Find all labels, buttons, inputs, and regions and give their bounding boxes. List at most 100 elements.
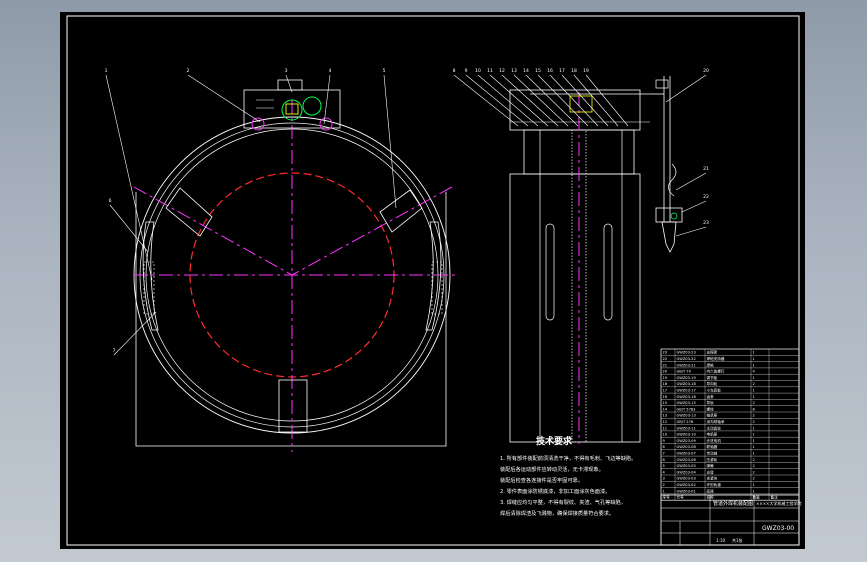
bom-cell: 13 <box>663 414 668 418</box>
side-lower-body <box>509 173 641 443</box>
bom-cell: GWZ03-15 <box>677 401 696 405</box>
bom-cell: GWZ03-23 <box>677 351 696 355</box>
bom-cell: 2 <box>753 414 755 418</box>
balloon-side-10: 10 <box>475 68 481 74</box>
bom-cell: 1 <box>753 489 755 493</box>
bom-cell: 2 <box>753 458 755 462</box>
bom-cell: 23 <box>663 351 668 355</box>
bom-cell: 7 <box>663 452 665 456</box>
bom-cell: 导向轮 <box>707 381 718 386</box>
balloon-side-20: 20 <box>703 68 709 74</box>
bom-cell: 轴承座 <box>707 413 718 418</box>
bom-cell: 1 <box>753 445 755 449</box>
bom-cell: GWZ03-07 <box>677 452 696 456</box>
bom-cell: GWZ03-17 <box>677 389 696 393</box>
diagonal-centerline-left <box>133 186 293 276</box>
bom-cell: 2 <box>753 401 755 405</box>
scale-label: 1:10 <box>716 538 725 543</box>
technical-requirements: 技术要求 1. 所有部件装配前须清洗干净，不得有毛刺、飞边等缺陷。 装配后各运动… <box>500 435 636 517</box>
bom-cell: 压紧轮 <box>707 457 718 462</box>
balloon-side-22-leader <box>681 200 707 213</box>
slot-left <box>545 223 555 321</box>
bom-cell: 支撑架 <box>707 350 718 355</box>
bom-cell: 2 <box>753 420 755 424</box>
tech-requirements-title: 技术要求 <box>536 435 573 447</box>
bom-cell: GWZ03-13 <box>677 414 696 418</box>
bom-cell: 1 <box>753 351 755 355</box>
front-base-outline <box>135 192 447 447</box>
bom-cell: 焊枪 <box>707 362 715 367</box>
bom-cell: 内六角螺钉 <box>707 369 725 374</box>
bom-cell: 4 <box>753 370 756 374</box>
balloon-front-6: 6 <box>109 198 112 204</box>
balloon-front-5-leader <box>383 74 397 209</box>
front-view: 1 2 3 4 5 6 7 <box>105 68 455 452</box>
balloon-side-22: 22 <box>703 194 709 200</box>
bom-cell: 21 <box>663 363 668 367</box>
clamp-left-hatch <box>143 261 155 315</box>
balloon-front-1: 1 <box>105 68 108 74</box>
balloon-side-16-leader <box>549 74 599 127</box>
bom-cell: GWZ03-21 <box>677 363 696 367</box>
top-drive-cap <box>277 79 303 91</box>
bom-cell: 1 <box>753 376 755 380</box>
balloon-front-3: 3 <box>285 68 288 74</box>
balloon-side-21: 21 <box>703 166 709 172</box>
bom-cell: 8 <box>753 407 756 411</box>
tech-requirements-lines: 1. 所有部件装配前须清洗干净，不得有毛刺、飞边等缺陷。 装配后各运动部件应转动… <box>500 454 636 517</box>
torch-cable <box>668 163 677 197</box>
balloon-side-16: 16 <box>547 68 553 74</box>
bom-cell: 弹簧 <box>707 463 715 468</box>
bom-cell: GWZ03-11 <box>677 426 696 430</box>
bom-cell: 1 <box>753 433 755 437</box>
cad-drawing: 1 2 3 4 567 8 9 10 11 12 13 14 15 16 17 … <box>66 15 801 546</box>
bom-cell: 6 <box>663 458 666 462</box>
bom-cell: GB/T 276 <box>677 420 694 424</box>
balloon-side-8: 8 <box>453 68 456 74</box>
bom-cell: 19 <box>663 376 668 380</box>
tech-requirement-line: 装配后检查各连接件是否牢固可靠。 <box>500 476 583 484</box>
balloon-front-2-leader <box>187 74 261 123</box>
side-leader-lines <box>453 74 707 237</box>
bom-cell: 1 <box>753 363 755 367</box>
bom-cell: 1 <box>663 489 665 493</box>
torch-holder <box>655 207 683 223</box>
bom-cell: 15 <box>663 401 668 405</box>
balloon-side-12: 12 <box>499 68 505 74</box>
viewport: 1234567 8 9 10 11 12 13 14 15 16 17 18 1… <box>0 0 867 562</box>
balloon-side-13-leader <box>513 74 569 127</box>
bom-cell: 步进电机 <box>707 438 722 443</box>
motor-block <box>569 95 593 113</box>
bom-cell: GWZ03-04 <box>677 470 697 474</box>
diagonal-centerline-right <box>291 186 453 276</box>
support-arm-left <box>165 187 213 237</box>
bom-cell: 16 <box>663 395 668 399</box>
bom-cell: GWZ03-18 <box>677 382 697 386</box>
balloon-front-4: 4 <box>329 68 332 74</box>
bom-cell: 深沟球轴承 <box>707 419 725 424</box>
balloon-front-1-leader <box>105 74 153 281</box>
slot-right <box>603 223 613 321</box>
balloon-front-3-leader <box>285 74 293 93</box>
balloon-front-4-leader <box>323 74 331 125</box>
company-name: ××××大学机械工程学院 <box>756 500 801 506</box>
balloon-side-11: 11 <box>487 68 493 74</box>
drive-gear-right <box>302 96 322 116</box>
bom-cell: 1 <box>753 389 755 393</box>
bom-cell: 18 <box>663 382 668 386</box>
front-balloons: 1 2 3 4 5 6 7 <box>105 68 386 354</box>
bom-cell: 调节板 <box>707 375 718 380</box>
side-balloons: 8 9 10 11 12 13 14 15 16 17 18 19 20 21 22 23 <box>453 68 709 226</box>
balloon-front-2: 2 <box>187 68 190 74</box>
bom-cell: 传动轴 <box>707 451 718 456</box>
bom-cell: 底座 <box>707 488 715 493</box>
bom-cell: 支臂 <box>707 469 715 474</box>
bom-cell: GWZ03-22 <box>677 357 696 361</box>
balloon-side-21-leader <box>675 172 707 191</box>
balloon-side-15: 15 <box>535 68 541 74</box>
bom-cell: 11 <box>663 426 668 430</box>
bom-cell: 4 <box>663 470 666 474</box>
bom-cell: 12 <box>663 420 668 424</box>
bom-cell: GWZ03-08 <box>677 445 697 449</box>
bom-cell: 1 <box>753 483 755 487</box>
